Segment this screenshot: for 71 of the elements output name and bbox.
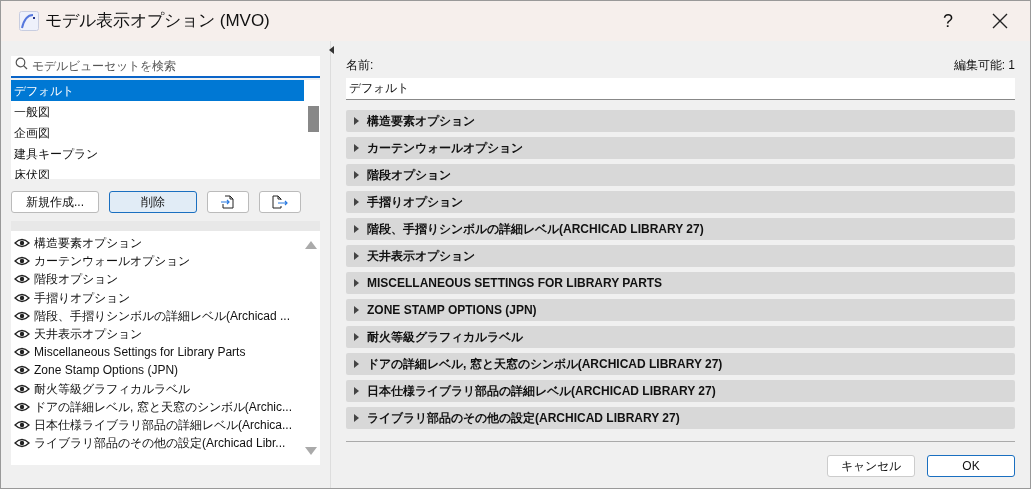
option-item[interactable]: Miscellaneous Settings for Library Parts bbox=[34, 343, 246, 362]
preset-item[interactable]: 企画図 bbox=[11, 122, 304, 143]
section-header[interactable]: 階段オプション bbox=[346, 164, 1015, 186]
name-label: 名前: bbox=[346, 57, 374, 74]
name-field[interactable]: デフォルト bbox=[346, 78, 1015, 100]
cancel-button[interactable]: キャンセル bbox=[827, 455, 915, 477]
option-item[interactable]: 耐火等級グラフィカルラベル bbox=[34, 379, 190, 398]
eye-icon[interactable] bbox=[14, 365, 30, 376]
delete-button[interactable]: 削除 bbox=[109, 191, 197, 213]
preset-item[interactable]: 一般図 bbox=[11, 101, 304, 122]
search-icon bbox=[15, 57, 28, 70]
expand-arrow-icon bbox=[354, 225, 359, 233]
section-header[interactable]: カーテンウォールオプション bbox=[346, 137, 1015, 159]
expand-arrow-icon bbox=[354, 333, 359, 341]
section-header[interactable]: 耐火等級グラフィカルラベル bbox=[346, 326, 1015, 348]
section-header[interactable]: 手摺りオプション bbox=[346, 191, 1015, 213]
section-header[interactable]: MISCELLANEOUS SETTINGS FOR LIBRARY PARTS bbox=[346, 272, 1015, 294]
ok-button[interactable]: OK bbox=[927, 455, 1015, 477]
eye-icon[interactable] bbox=[14, 292, 30, 303]
editable-count: 編集可能: 1 bbox=[953, 57, 1015, 74]
collapse-icon[interactable] bbox=[329, 46, 334, 54]
eye-icon[interactable] bbox=[14, 419, 30, 430]
section-header[interactable]: 構造要素オプション bbox=[346, 110, 1015, 132]
expand-arrow-icon bbox=[354, 279, 359, 287]
expand-arrow-icon bbox=[354, 117, 359, 125]
preset-item[interactable]: 建具キープラン bbox=[11, 143, 304, 164]
eye-icon[interactable] bbox=[14, 401, 30, 412]
option-item[interactable]: 日本仕様ライブラリ部品の詳細レベル(Archica... bbox=[34, 415, 292, 434]
eye-icon[interactable] bbox=[14, 347, 30, 358]
preset-item[interactable]: デフォルト bbox=[11, 80, 304, 101]
export-button[interactable] bbox=[259, 191, 301, 213]
export-icon bbox=[271, 194, 289, 210]
section-header[interactable]: 階段、手摺りシンボルの詳細レベル(ARCHICAD LIBRARY 27) bbox=[346, 218, 1015, 240]
expand-arrow-icon bbox=[354, 360, 359, 368]
option-item[interactable]: Zone Stamp Options (JPN) bbox=[34, 361, 179, 380]
expand-arrow-icon bbox=[354, 198, 359, 206]
eye-icon[interactable] bbox=[14, 274, 30, 285]
window-title: モデル表示オプション (MVO) bbox=[45, 10, 270, 33]
option-item[interactable]: カーテンウォールオプション bbox=[34, 252, 190, 271]
section-header[interactable]: ZONE STAMP OPTIONS (JPN) bbox=[346, 299, 1015, 321]
option-item[interactable]: ドアの詳細レベル, 窓と天窓のシンボル(Archic... bbox=[34, 397, 292, 416]
expand-arrow-icon bbox=[354, 414, 359, 422]
expand-arrow-icon bbox=[354, 252, 359, 260]
option-item[interactable]: 手摺りオプション bbox=[34, 288, 130, 307]
eye-icon[interactable] bbox=[14, 256, 30, 267]
scrollbar-thumb[interactable] bbox=[308, 106, 319, 132]
option-item[interactable]: ライブラリ部品のその他の設定(Archicad Libr... bbox=[34, 434, 286, 453]
close-icon[interactable] bbox=[992, 13, 1008, 29]
eye-icon[interactable] bbox=[14, 310, 30, 321]
app-logo-icon bbox=[19, 11, 39, 31]
option-item[interactable]: 構造要素オプション bbox=[34, 234, 142, 253]
section-header[interactable]: 日本仕様ライブラリ部品の詳細レベル(ARCHICAD LIBRARY 27) bbox=[346, 380, 1015, 402]
option-item[interactable]: 階段、手摺りシンボルの詳細レベル(Archicad ... bbox=[34, 306, 291, 325]
section-header[interactable]: ライブラリ部品のその他の設定(ARCHICAD LIBRARY 27) bbox=[346, 407, 1015, 429]
eye-icon[interactable] bbox=[14, 238, 30, 249]
import-button[interactable] bbox=[207, 191, 249, 213]
search-field[interactable]: モデルビューセットを検索 bbox=[11, 56, 320, 78]
section-header[interactable]: 天井表示オプション bbox=[346, 245, 1015, 267]
import-icon bbox=[220, 194, 236, 210]
eye-icon[interactable] bbox=[14, 383, 30, 394]
option-item[interactable]: 階段オプション bbox=[34, 270, 118, 289]
eye-icon[interactable] bbox=[14, 329, 30, 340]
help-button[interactable]: ? bbox=[928, 7, 968, 35]
eye-icon[interactable] bbox=[14, 438, 30, 449]
expand-arrow-icon bbox=[354, 306, 359, 314]
expand-arrow-icon bbox=[354, 144, 359, 152]
expand-arrow-icon bbox=[354, 387, 359, 395]
section-header[interactable]: ドアの詳細レベル, 窓と天窓のシンボル(ARCHICAD LIBRARY 27) bbox=[346, 353, 1015, 375]
new-button[interactable]: 新規作成... bbox=[11, 191, 99, 213]
expand-arrow-icon bbox=[354, 171, 359, 179]
option-item[interactable]: 天井表示オプション bbox=[34, 325, 142, 344]
